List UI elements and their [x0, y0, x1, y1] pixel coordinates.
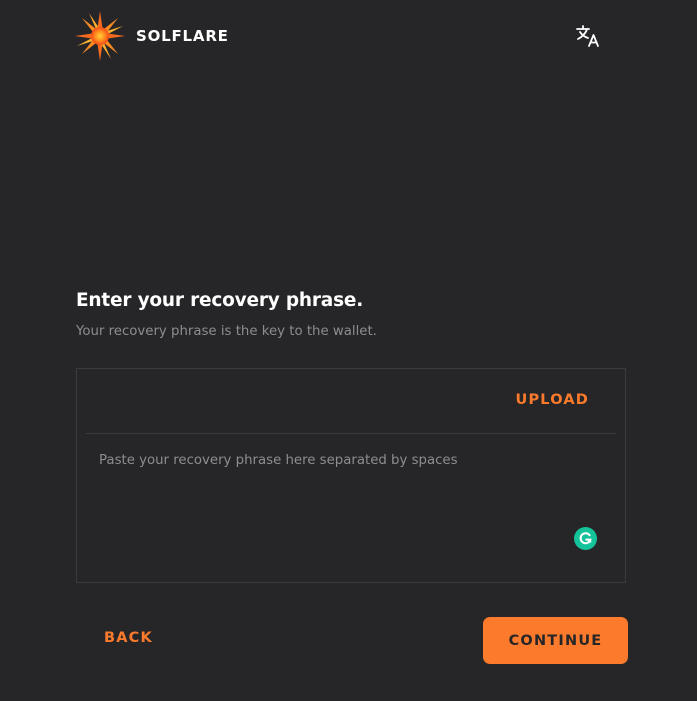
- grammarly-icon: [579, 532, 592, 545]
- recovery-phrase-input[interactable]: [99, 453, 599, 563]
- continue-button[interactable]: CONTINUE: [483, 617, 628, 664]
- translate-icon: [576, 25, 599, 47]
- page-subtitle: Your recovery phrase is the key to the w…: [76, 324, 377, 339]
- brand-name: SOLFLARE: [136, 27, 229, 45]
- solflare-logo: SOLFLARE: [74, 10, 229, 62]
- grammarly-button[interactable]: [574, 527, 597, 550]
- recovery-phrase-page: SOLFLARE Enter your recovery phrase. You…: [0, 0, 697, 701]
- upload-button[interactable]: UPLOAD: [515, 392, 589, 408]
- language-button[interactable]: [575, 23, 601, 49]
- back-button[interactable]: BACK: [104, 630, 153, 646]
- page-title: Enter your recovery phrase.: [76, 290, 364, 311]
- sun-flare-logo-icon: [75, 11, 125, 61]
- divider: [86, 433, 616, 434]
- recovery-phrase-box: UPLOAD: [76, 368, 626, 583]
